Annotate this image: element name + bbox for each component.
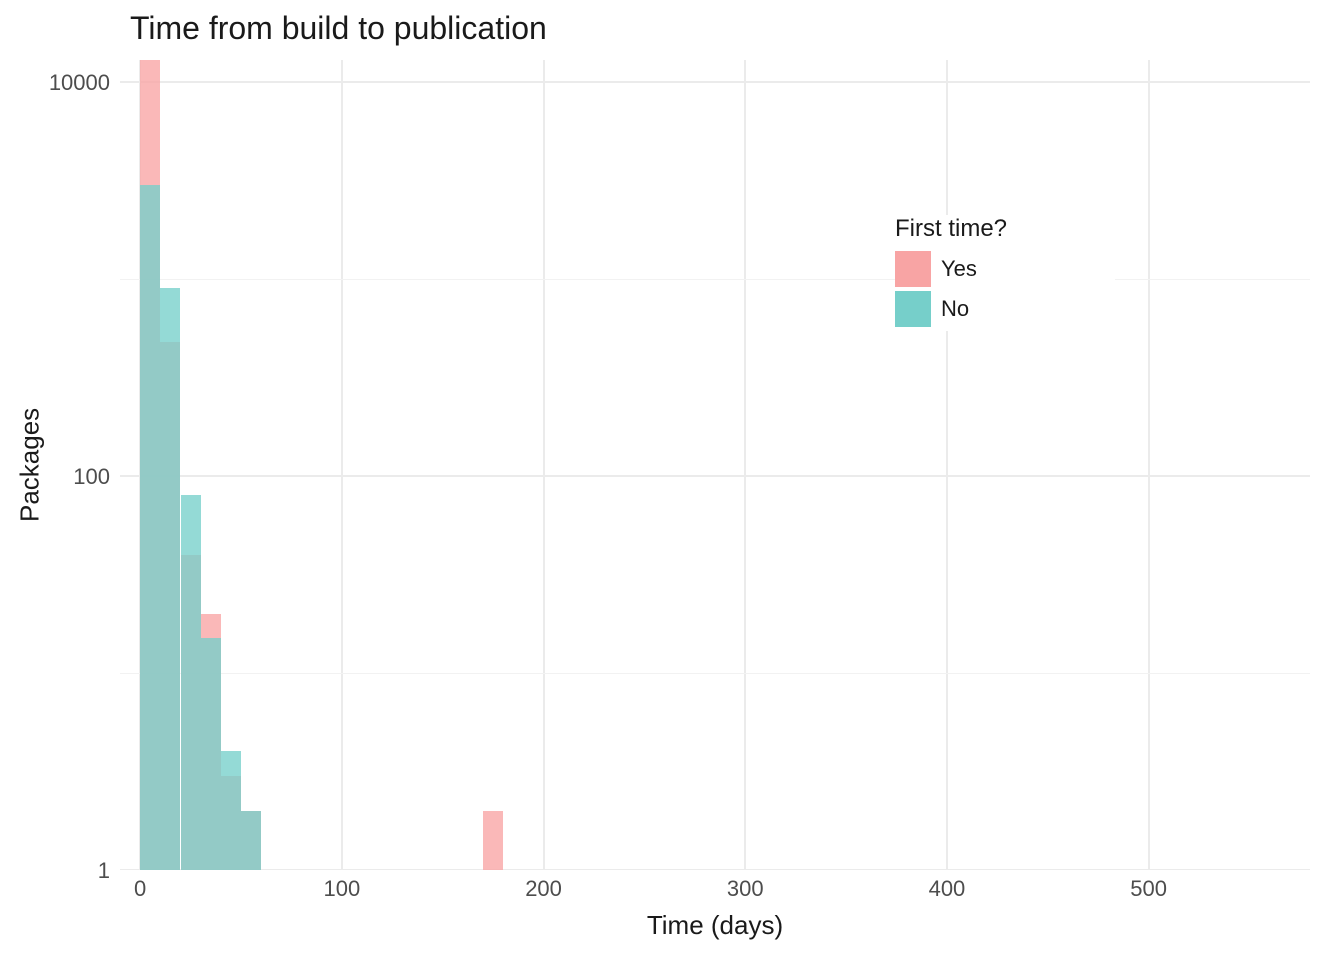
x-tick: 400 xyxy=(917,876,977,902)
gridline-h-minor xyxy=(120,673,1310,674)
legend-key-no xyxy=(895,291,931,327)
panel-background xyxy=(120,60,1310,870)
bar-no xyxy=(241,811,261,870)
bar-no xyxy=(221,751,241,870)
gridline-v xyxy=(341,60,343,870)
legend-key-yes xyxy=(895,251,931,287)
gridline-v xyxy=(744,60,746,870)
y-axis-label: Packages xyxy=(10,60,50,870)
legend-label-yes: Yes xyxy=(941,256,977,282)
gridline-v xyxy=(543,60,545,870)
chart-title: Time from build to publication xyxy=(130,10,547,47)
legend-label-no: No xyxy=(941,296,969,322)
x-tick: 0 xyxy=(110,876,170,902)
bar-no xyxy=(201,638,221,870)
gridline-h xyxy=(120,475,1310,477)
bar-yes xyxy=(483,811,503,870)
legend-title: First time? xyxy=(895,215,1115,243)
x-axis-label: Time (days) xyxy=(120,910,1310,941)
bar-no xyxy=(160,288,180,870)
x-tick: 300 xyxy=(715,876,775,902)
gridline-h xyxy=(120,869,1310,870)
legend-item-yes: Yes xyxy=(895,251,1115,287)
legend-item-no: No xyxy=(895,291,1115,327)
legend: First time? Yes No xyxy=(895,215,1115,331)
plot-panel xyxy=(120,60,1310,870)
gridline-h xyxy=(120,81,1310,83)
x-tick: 100 xyxy=(312,876,372,902)
gridline-h-minor xyxy=(120,279,1310,280)
x-tick: 500 xyxy=(1119,876,1179,902)
chart: Time from build to publication 0 100 200 30… xyxy=(0,0,1344,960)
x-tick: 200 xyxy=(514,876,574,902)
bar-no xyxy=(140,185,160,870)
bar-no xyxy=(181,495,201,870)
gridline-v xyxy=(1148,60,1150,870)
gridline-v xyxy=(946,60,948,870)
